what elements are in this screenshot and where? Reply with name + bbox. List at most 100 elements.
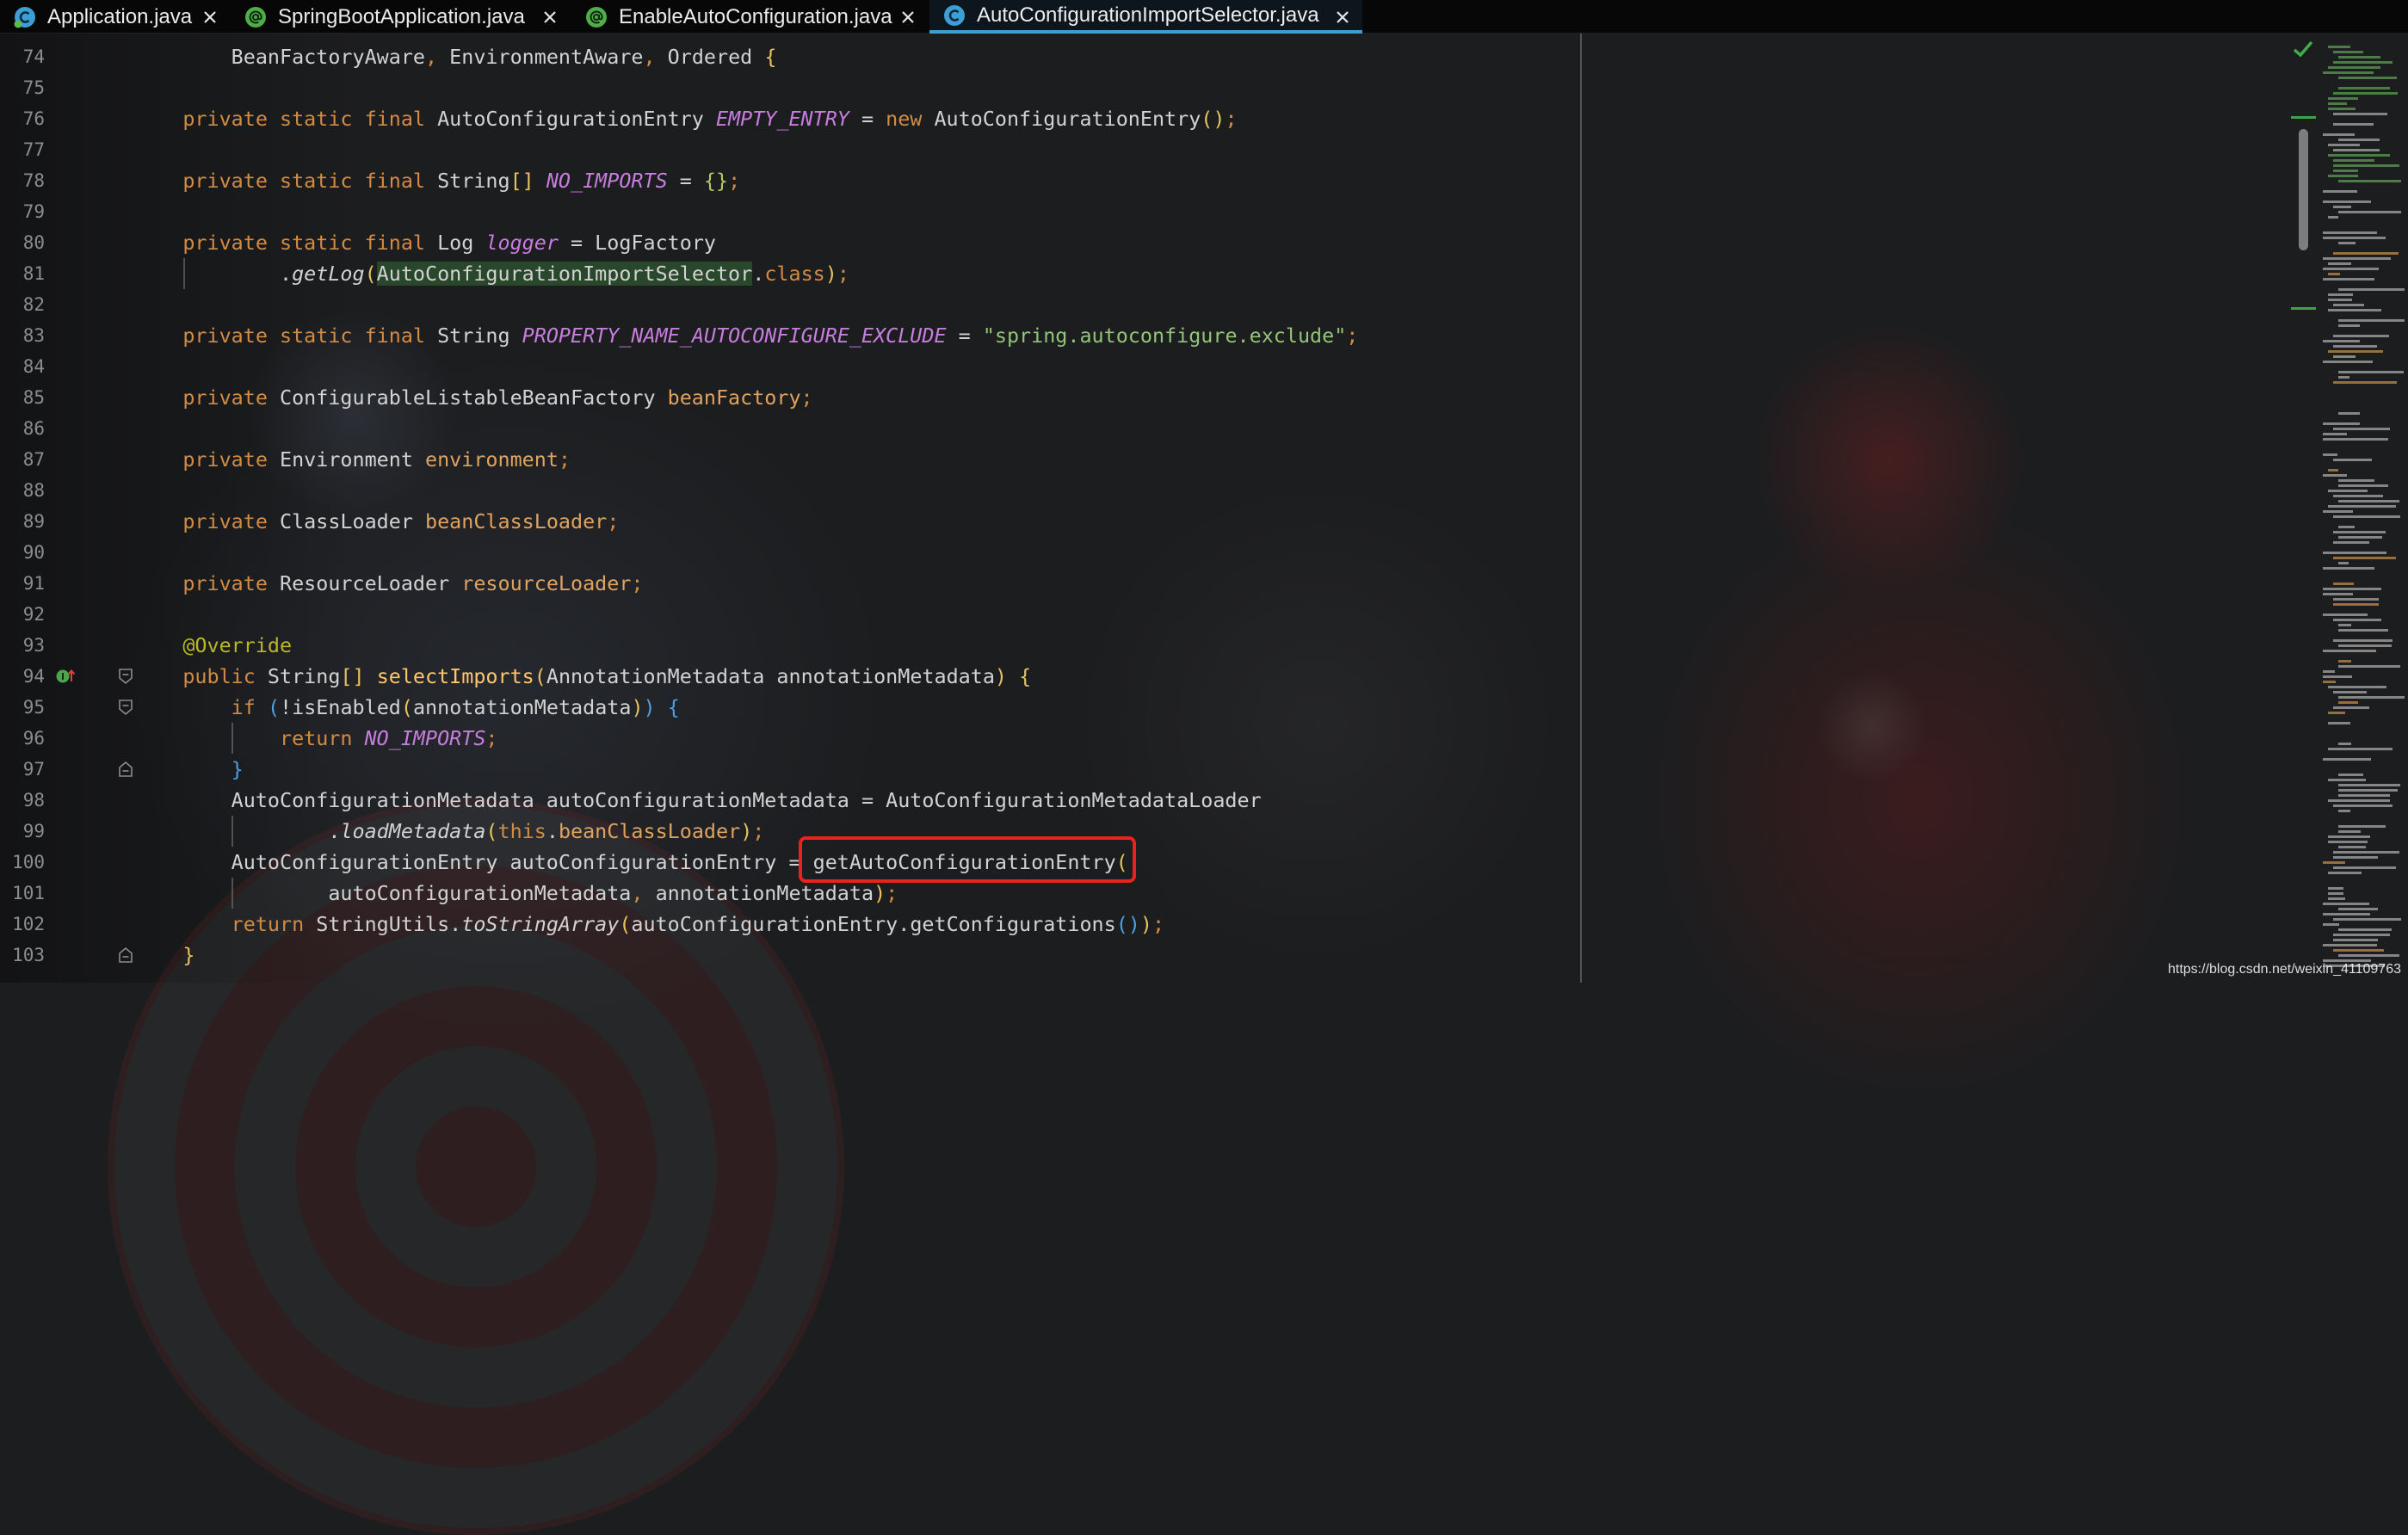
code-text: private ConfigurableListableBeanFactory … (134, 382, 812, 413)
line-number: 74 (22, 46, 45, 67)
code-line[interactable]: 92 (0, 599, 2289, 630)
tab-springbootapplication-java[interactable]: SpringBootApplication.java (231, 0, 571, 34)
minimap-line (2338, 242, 2356, 244)
annotation-icon (585, 6, 608, 28)
code-token: , (631, 881, 644, 905)
code-line[interactable]: 94 public String[] selectImports(Annotat… (0, 661, 2289, 692)
fold-end-icon[interactable] (118, 761, 133, 778)
code-line[interactable]: 83 private static final String PROPERTY_… (0, 320, 2289, 351)
close-icon[interactable] (899, 8, 917, 25)
code-token: ; (1152, 912, 1165, 936)
annotation-icon (244, 6, 267, 28)
code-line[interactable]: 101 autoConfigurationMetadata, annotatio… (0, 878, 2289, 909)
minimap-line (2323, 903, 2369, 905)
code-line[interactable]: 81 .getLog(AutoConfigurationImportSelect… (0, 258, 2289, 289)
code-line[interactable]: 77 (0, 134, 2289, 165)
code-token: ; (558, 447, 571, 472)
code-line[interactable]: 78 private static final String[] NO_IMPO… (0, 165, 2289, 196)
line-number: 78 (22, 170, 45, 191)
code-line[interactable]: 97 } (0, 754, 2289, 785)
minimap-line (2323, 200, 2371, 203)
code-line[interactable]: 98 AutoConfigurationMetadata autoConfigu… (0, 785, 2289, 816)
code-line[interactable]: 99 .loadMetadata(this.beanClassLoader); (0, 816, 2289, 847)
minimap-line (2323, 190, 2357, 193)
change-marker[interactable] (2291, 307, 2316, 310)
code-line[interactable]: 90 (0, 537, 2289, 568)
minimap-line (2328, 154, 2390, 157)
minimap-line (2338, 371, 2404, 373)
minimap[interactable] (2316, 34, 2408, 983)
code-line[interactable]: 85 private ConfigurableListableBeanFacto… (0, 382, 2289, 413)
code-text: if (!isEnabled(annotationMetadata)) { (134, 692, 680, 723)
code-line[interactable]: 80 private static final Log logger = Log… (0, 227, 2289, 258)
code-line[interactable]: 76 private static final AutoConfiguratio… (0, 103, 2289, 134)
code-line[interactable]: 84 (0, 351, 2289, 382)
code-line[interactable]: 88 (0, 475, 2289, 506)
code-token: NO_IMPORTS (364, 726, 486, 750)
close-icon[interactable] (1334, 8, 1351, 25)
code-text: private static final String[] NO_IMPORTS… (134, 165, 740, 196)
code-token: Environment (267, 447, 425, 472)
code-line[interactable]: 87 private Environment environment; (0, 444, 2289, 475)
fold-start-icon[interactable] (118, 699, 133, 716)
code-token: selectImports (376, 664, 534, 688)
code-token: autoConfigurationMetadata (134, 881, 632, 905)
minimap-line (2328, 835, 2370, 838)
minimap-line (2328, 108, 2356, 110)
line-number: 87 (22, 449, 45, 470)
code-text: autoConfigurationMetadata, annotationMet… (134, 878, 898, 909)
minimap-line (2323, 268, 2379, 270)
code-line[interactable]: 103 } (0, 940, 2289, 971)
code-token: BeanFactoryAware (231, 45, 425, 69)
code-line[interactable]: 74 BeanFactoryAware, EnvironmentAware, O… (0, 41, 2289, 72)
code-text: AutoConfigurationMetadata autoConfigurat… (134, 785, 1262, 816)
code-line[interactable]: 93 @Override (0, 630, 2289, 661)
minimap-line (2328, 686, 2386, 688)
code-token: toStringArray (461, 912, 620, 936)
code-line[interactable]: 82 (0, 289, 2289, 320)
code-line[interactable]: 96 return NO_IMPORTS; (0, 723, 2289, 754)
minimap-line (2338, 794, 2390, 797)
fold-end-icon[interactable] (118, 946, 133, 964)
code-line[interactable]: 75 (0, 72, 2289, 103)
minimap-line (2328, 273, 2340, 275)
minimap-line (2333, 92, 2398, 95)
line-number: 91 (22, 573, 45, 594)
code-line[interactable]: 89 private ClassLoader beanClassLoader; (0, 506, 2289, 537)
code-line[interactable]: 86 (0, 413, 2289, 444)
code-line[interactable]: 91 private ResourceLoader resourceLoader… (0, 568, 2289, 599)
close-icon[interactable] (201, 8, 219, 25)
line-number: 89 (22, 511, 45, 532)
tab-autoconfigurationimportselector-java[interactable]: AutoConfigurationImportSelector.java (929, 0, 1362, 34)
change-marker[interactable] (2291, 116, 2316, 119)
code-token: "spring.autoconfigure.exclude" (982, 324, 1347, 348)
close-icon[interactable] (541, 8, 559, 25)
code-token: private (182, 509, 268, 533)
inspection-ok-icon[interactable] (2293, 40, 2313, 62)
tab-application-java[interactable]: Application.java (0, 0, 231, 34)
code-editor[interactable]: 74 BeanFactoryAware, EnvironmentAware, O… (0, 34, 2408, 983)
minimap-line (2323, 453, 2337, 456)
tab-label: AutoConfigurationImportSelector.java (977, 3, 1319, 27)
line-number: 102 (12, 914, 45, 934)
line-number: 94 (22, 666, 45, 687)
code-token: environment (425, 447, 559, 472)
minimap-line (2338, 660, 2351, 663)
fold-start-icon[interactable] (118, 668, 133, 685)
code-line[interactable]: 79 (0, 196, 2289, 227)
red-highlight-box (799, 836, 1136, 883)
code-area[interactable]: 74 BeanFactoryAware, EnvironmentAware, O… (0, 41, 2289, 971)
vertical-scrollbar-thumb[interactable] (2299, 129, 2308, 250)
code-line[interactable]: 102 return StringUtils.toStringArray(aut… (0, 909, 2289, 940)
code-line[interactable]: 100 AutoConfigurationEntry autoConfigura… (0, 847, 2289, 878)
tab-enableautoconfiguration-java[interactable]: EnableAutoConfiguration.java (571, 0, 929, 34)
code-line[interactable]: 95 if (!isEnabled(annotationMetadata)) { (0, 692, 2289, 723)
minimap-line (2323, 944, 2377, 946)
implements-method-icon[interactable] (55, 667, 76, 686)
minimap-line (2333, 61, 2393, 64)
